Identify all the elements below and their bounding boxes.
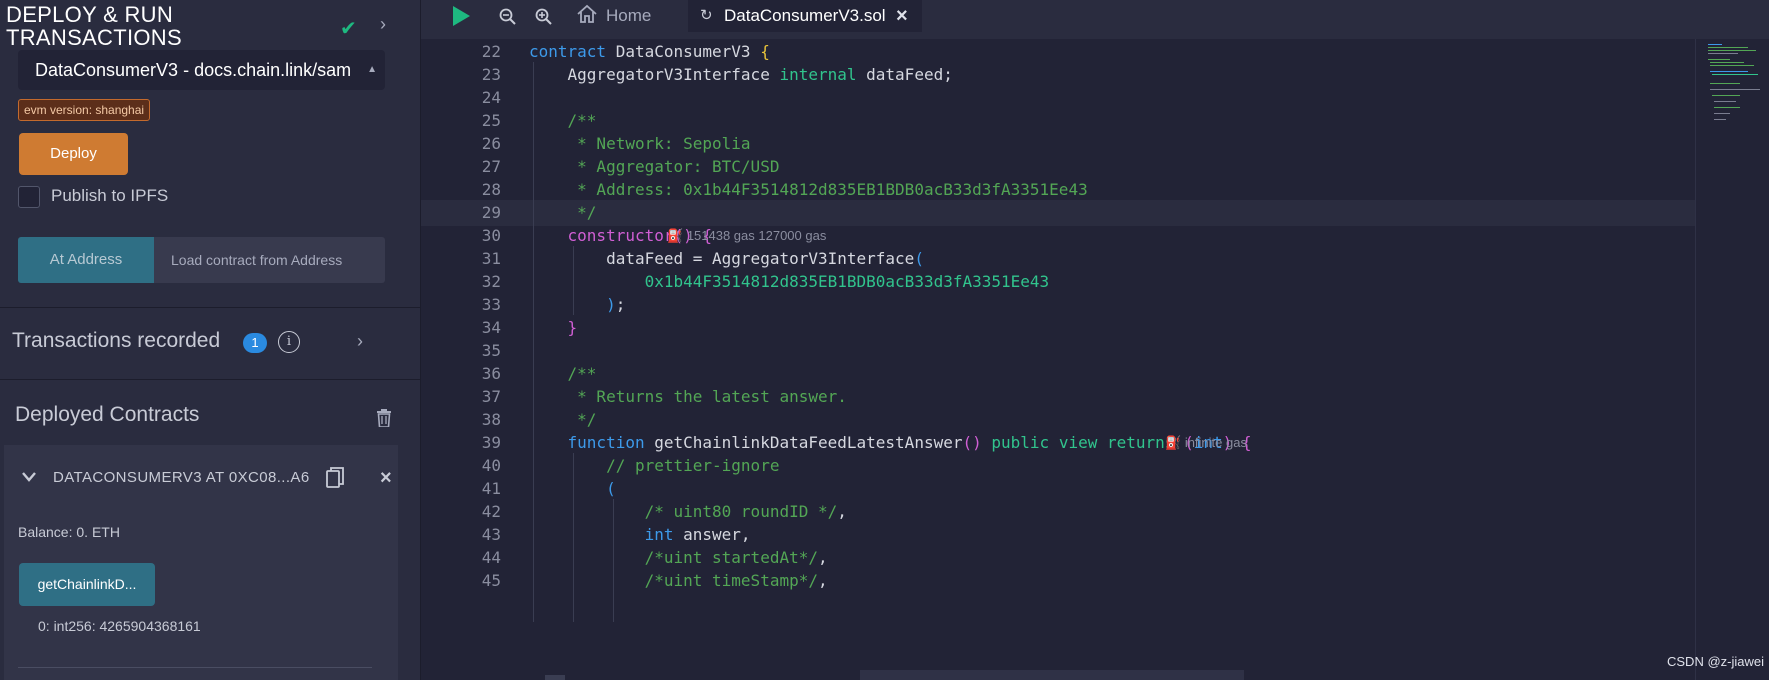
minimap-line [1708, 53, 1738, 54]
get-latest-answer-button[interactable]: getChainlinkD... [19, 563, 155, 606]
tab-dataconsumerv3[interactable]: ↻ DataConsumerV3.sol × [688, 0, 922, 32]
zoom-out-icon[interactable] [499, 8, 517, 31]
divider [0, 307, 420, 308]
horizontal-scrollbar[interactable] [860, 670, 1244, 680]
close-tab-icon[interactable]: × [896, 0, 908, 32]
publish-ipfs-checkbox[interactable] [18, 186, 40, 208]
balance-text: Balance: 0. ETH [18, 524, 120, 540]
minimap-line [1710, 89, 1760, 90]
indent-guide [533, 62, 534, 622]
sync-icon: ↻ [700, 7, 713, 24]
minimap-line [1708, 50, 1756, 51]
divider [0, 379, 420, 380]
check-icon: ✔ [340, 18, 357, 40]
gas-pump-icon: ⛽ [1165, 435, 1182, 450]
minimap-line [1708, 47, 1748, 48]
minimap-line [1708, 44, 1722, 45]
chevron-updown-icon: ▲ [367, 64, 377, 75]
evm-version-badge: evm version: shanghai [18, 99, 151, 121]
deployed-contracts-label: Deployed Contracts [15, 403, 200, 426]
minimap[interactable] [1695, 39, 1769, 680]
transactions-count-badge: 1 [243, 333, 267, 353]
minimap-line [1710, 71, 1748, 72]
close-icon[interactable]: × [380, 467, 392, 490]
function-output: 0: int256: 4265904368161 [38, 618, 201, 634]
contract-instance-label[interactable]: DATACONSUMERV3 AT 0XC08...A6 [53, 469, 310, 486]
contract-select-value: DataConsumerV3 - docs.chain.link/sam [35, 60, 352, 80]
trash-icon[interactable] [376, 409, 392, 432]
home-icon[interactable] [576, 4, 598, 29]
scrollbar-handle[interactable] [545, 675, 565, 680]
watermark: CSDN @z-jiawei [1667, 654, 1764, 669]
minimap-line [1712, 95, 1740, 96]
tab-file-label: DataConsumerV3.sol [724, 6, 886, 25]
minimap-line [1714, 113, 1730, 114]
load-address-input[interactable]: Load contract from Address [154, 237, 385, 283]
minimap-line [1714, 107, 1740, 108]
code-editor[interactable]: 22 contract DataConsumerV3 { 23 Aggregato… [421, 39, 1695, 680]
zoom-in-icon[interactable] [535, 8, 553, 31]
chevron-down-icon[interactable] [22, 469, 36, 487]
panel-title: DEPLOY & RUN TRANSACTIONS [6, 2, 182, 50]
minimap-line [1708, 59, 1730, 60]
minimap-line [1714, 101, 1736, 102]
minimap-line [1710, 62, 1744, 63]
copy-icon[interactable] [326, 467, 344, 494]
at-address-button[interactable]: At Address [18, 237, 154, 283]
gas-pump-icon: ⛽ [667, 228, 684, 243]
minimap-line [1710, 83, 1740, 84]
deploy-button[interactable]: Deploy [19, 133, 128, 175]
play-icon[interactable] [451, 5, 471, 32]
minimap-line [1712, 74, 1758, 75]
contract-select[interactable]: DataConsumerV3 - docs.chain.link/sam ▲ [18, 50, 385, 90]
indent-guide [613, 499, 614, 622]
indent-guide [573, 246, 574, 315]
divider [18, 667, 372, 668]
info-icon[interactable]: i [278, 331, 300, 353]
minimap-line [1710, 65, 1754, 66]
transactions-recorded-label: Transactions recorded [12, 329, 221, 352]
minimap-line [1714, 119, 1726, 120]
chevron-right-icon[interactable]: › [380, 14, 386, 35]
tab-home[interactable]: Home [606, 0, 651, 39]
chevron-right-icon[interactable]: › [357, 331, 363, 352]
deploy-run-panel: DEPLOY & RUN TRANSACTIONS ✔ › DataConsum… [0, 0, 421, 680]
indent-guide [573, 453, 574, 622]
editor-toolbar: Home ↻ DataConsumerV3.sol × [421, 0, 1769, 39]
publish-ipfs-label: Publish to IPFS [51, 186, 169, 205]
